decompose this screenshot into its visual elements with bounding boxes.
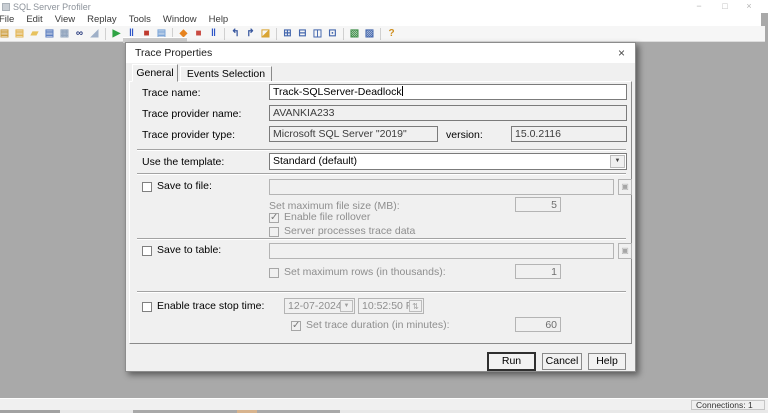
- provider-type-field: Microsoft SQL Server "2019": [269, 126, 438, 142]
- enable-file-rollover-checkbox: [269, 213, 279, 223]
- start-trace-icon[interactable]: ▶: [110, 27, 123, 40]
- dialog-title: Trace Properties: [135, 47, 212, 59]
- redo-arrow-icon[interactable]: ↱: [244, 27, 257, 40]
- separator-line: [137, 238, 626, 240]
- undo-arrow-icon[interactable]: ↰: [229, 27, 242, 40]
- save-trace-icon[interactable]: ▤: [43, 27, 56, 40]
- help-button[interactable]: Help: [588, 353, 626, 370]
- minimize-button[interactable]: −: [690, 1, 708, 12]
- text-caret: [402, 86, 403, 96]
- tab-events-selection[interactable]: Events Selection: [180, 66, 272, 81]
- toolbar: ▤▤▰▤▦∞◢▶‖■▤◆■‖↰↱◪⊞⊟◫⊡▧▨?: [0, 26, 765, 42]
- trace-name-input[interactable]: Track-SQLServer-Deadlock: [269, 84, 627, 100]
- template-label: Use the template:: [142, 156, 224, 168]
- max-file-size-field: 5: [515, 197, 561, 212]
- enable-stop-time-label[interactable]: Enable trace stop time:: [157, 300, 264, 312]
- time-spinner-icon: ⇅: [409, 300, 422, 312]
- menubar: File Edit View Replay Tools Window Help: [0, 13, 761, 26]
- separator-line: [137, 173, 626, 175]
- clear-trace-window-icon[interactable]: ◢: [88, 27, 101, 40]
- toolbar-separator: [105, 28, 106, 40]
- trace-name-label: Trace name:: [142, 87, 201, 99]
- app-title: SQL Server Profiler: [13, 2, 91, 12]
- save-to-table-checkbox[interactable]: [142, 246, 152, 256]
- chart-view-icon[interactable]: ▧: [348, 27, 361, 40]
- new-trace-icon[interactable]: ▤: [0, 27, 11, 40]
- provider-name-label: Trace provider name:: [142, 108, 241, 120]
- dialog-titlebar[interactable]: Trace Properties ×: [126, 43, 635, 63]
- browse-file-button: ▣: [618, 179, 632, 195]
- menu-edit[interactable]: Edit: [20, 14, 48, 25]
- provider-name-field: AVANKIA233: [269, 105, 627, 121]
- save-to-file-checkbox[interactable]: [142, 182, 152, 192]
- trace-properties-icon[interactable]: ▦: [58, 27, 71, 40]
- trace-duration-label: Set trace duration (in minutes):: [306, 319, 450, 331]
- help-icon[interactable]: ?: [385, 27, 398, 40]
- menu-view[interactable]: View: [49, 14, 81, 25]
- max-rows-field: 1: [515, 264, 561, 279]
- mdi-background: Trace Properties × General Events Select…: [0, 42, 768, 398]
- tile-vertical-icon[interactable]: ◫: [311, 27, 324, 40]
- run-to-cursor-icon[interactable]: ■: [192, 27, 205, 40]
- menu-replay[interactable]: Replay: [81, 14, 123, 25]
- stop-time-spinner: 10:52:50 PM⇅: [358, 298, 424, 314]
- server-processes-label: Server processes trace data: [284, 225, 415, 237]
- close-button[interactable]: ×: [740, 1, 758, 12]
- app-icon: [2, 3, 10, 11]
- max-rows-checkbox: [269, 268, 279, 278]
- separator-line: [137, 149, 626, 151]
- restore-button[interactable]: □: [716, 1, 734, 12]
- run-button[interactable]: Run: [488, 353, 535, 370]
- status-bar: Connections: 1: [0, 398, 768, 410]
- screen: SQL Server Profiler − □ × File Edit View…: [0, 0, 768, 413]
- toggle-breakpoint-icon[interactable]: ‖: [207, 27, 220, 40]
- version-label: version:: [446, 129, 483, 141]
- separator-line: [137, 291, 626, 293]
- max-rows-label: Set maximum rows (in thousands):: [284, 266, 446, 278]
- cancel-button[interactable]: Cancel: [542, 353, 582, 370]
- app-titlebar: SQL Server Profiler − □ ×: [0, 0, 768, 13]
- connections-status: Connections: 1: [691, 400, 765, 410]
- server-processes-checkbox: [269, 227, 279, 237]
- stop-date-picker: 12-07-2024▼: [284, 298, 355, 314]
- grid-view-icon[interactable]: ▨: [363, 27, 376, 40]
- enable-stop-time-checkbox[interactable]: [142, 302, 152, 312]
- enable-file-rollover-label: Enable file rollover: [284, 211, 370, 223]
- toolbar-separator: [380, 28, 381, 40]
- toolbar-separator: [276, 28, 277, 40]
- trace-duration-checkbox: [291, 321, 301, 331]
- tab-general[interactable]: General: [132, 64, 178, 82]
- toolbar-separator: [224, 28, 225, 40]
- dialog-close-icon[interactable]: ×: [618, 46, 625, 60]
- open-trace-file-icon[interactable]: ▰: [28, 27, 41, 40]
- date-dropdown-icon: ▼: [340, 300, 353, 312]
- version-field: 15.0.2116: [511, 126, 627, 142]
- template-combobox[interactable]: Standard (default)▼: [269, 153, 627, 170]
- organize-columns-icon[interactable]: ◪: [259, 27, 272, 40]
- save-to-file-label[interactable]: Save to file:: [157, 180, 212, 192]
- menu-help[interactable]: Help: [203, 14, 235, 25]
- browse-table-button: ▣: [618, 243, 632, 259]
- cascade-windows-icon[interactable]: ⊞: [281, 27, 294, 40]
- menu-file[interactable]: File: [0, 14, 20, 25]
- toolbar-separator: [343, 28, 344, 40]
- tile-horizontal-icon[interactable]: ⊟: [296, 27, 309, 40]
- new-template-icon[interactable]: ▤: [13, 27, 26, 40]
- trace-duration-field: 60: [515, 317, 561, 332]
- switch-pane-icon[interactable]: ⊡: [326, 27, 339, 40]
- template-dropdown-icon[interactable]: ▼: [610, 155, 625, 168]
- table-path-field: [269, 243, 614, 259]
- provider-type-label: Trace provider type:: [142, 129, 235, 141]
- find-icon[interactable]: ∞: [73, 27, 86, 40]
- file-path-field: [269, 179, 614, 195]
- trace-properties-dialog: Trace Properties × General Events Select…: [125, 42, 636, 372]
- menu-window[interactable]: Window: [157, 14, 203, 25]
- menu-tools[interactable]: Tools: [123, 14, 157, 25]
- save-to-table-label[interactable]: Save to table:: [157, 244, 221, 256]
